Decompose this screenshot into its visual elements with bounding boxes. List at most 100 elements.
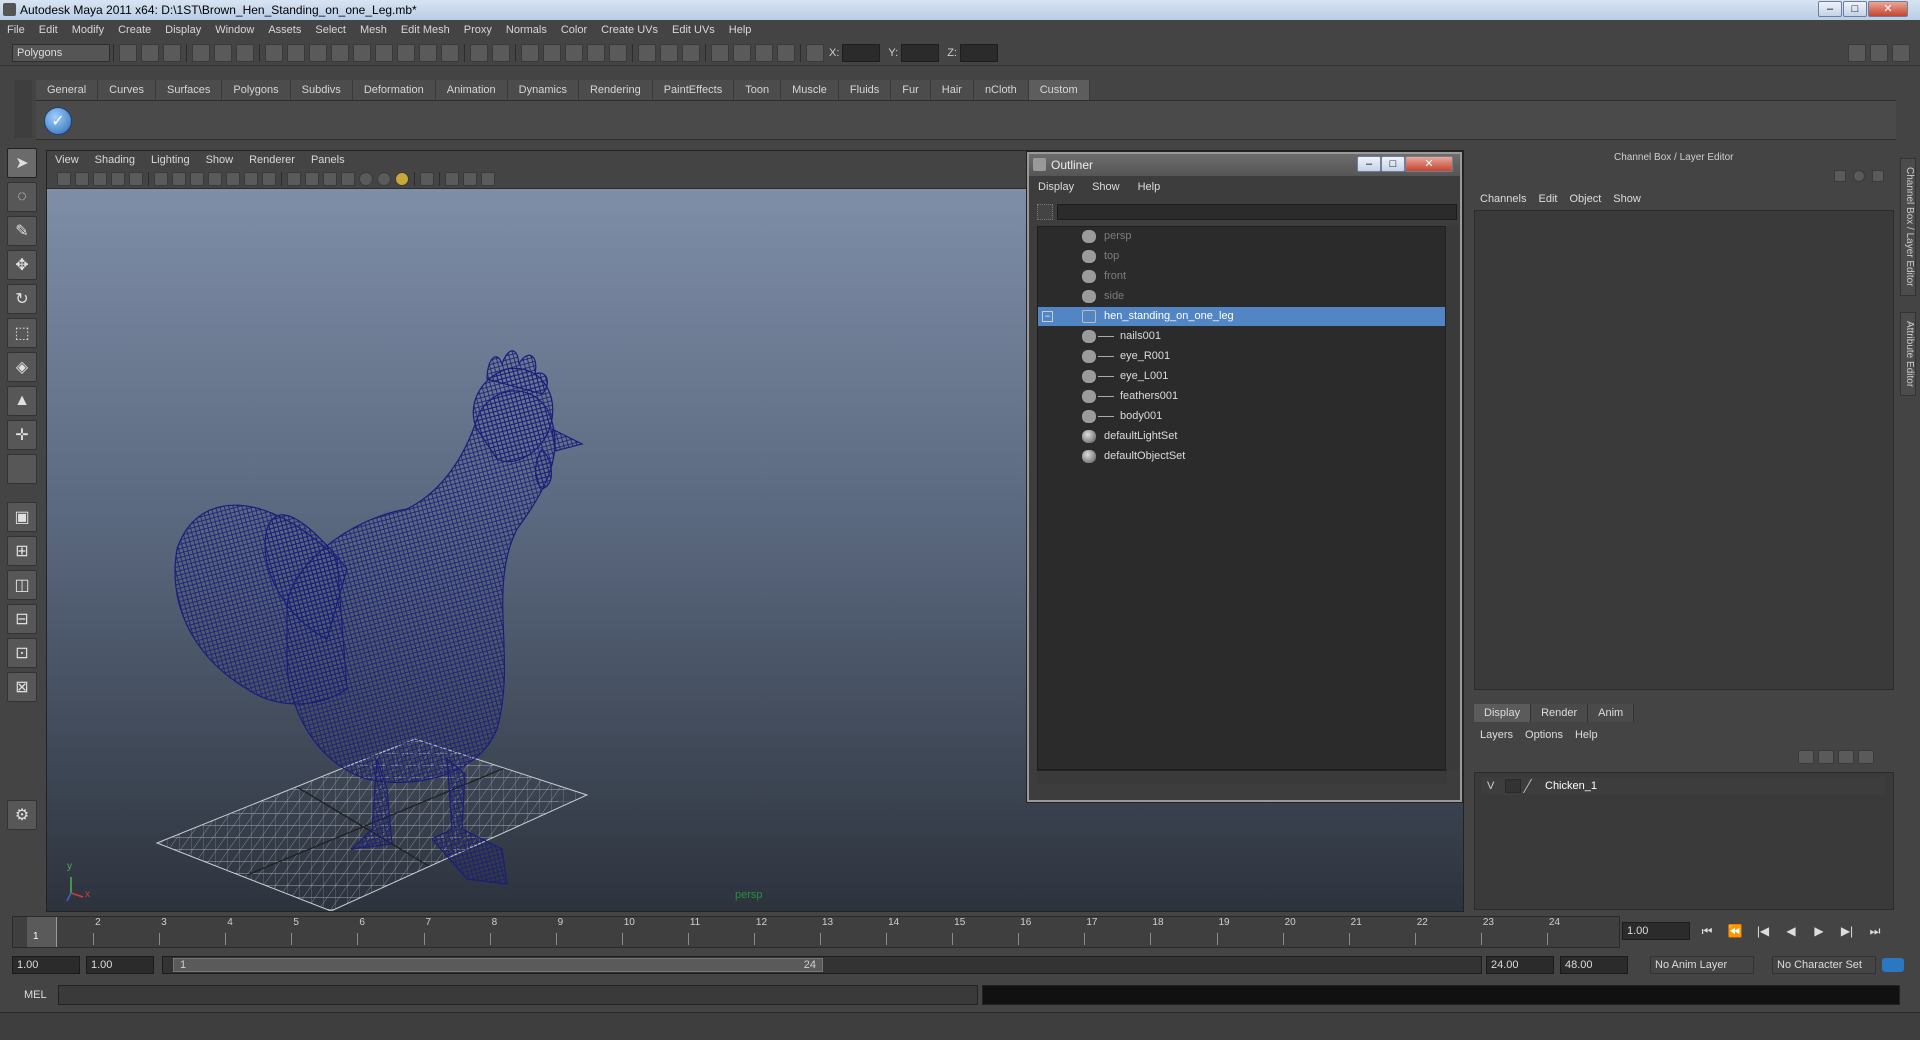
- menu-proxy[interactable]: Proxy: [457, 20, 499, 40]
- outliner-item-front[interactable]: front: [1038, 267, 1446, 286]
- layer-menu-layers[interactable]: Layers: [1474, 726, 1519, 744]
- hotbox-icon[interactable]: ⚙: [7, 800, 37, 830]
- construction-history-icon[interactable]: [682, 43, 700, 62]
- hq-rendering-icon[interactable]: [481, 171, 495, 186]
- outliner-item-eye-l001[interactable]: eye_L001: [1038, 367, 1446, 386]
- viewport-menu-show[interactable]: Show: [198, 151, 242, 169]
- y-field[interactable]: [901, 43, 940, 62]
- persp-graph-hypergraph-layout-icon[interactable]: ⊠: [7, 672, 37, 702]
- snap-curve-icon[interactable]: [543, 43, 561, 62]
- collapse-toggle-icon[interactable]: −: [1042, 311, 1053, 322]
- shelf-tab-general[interactable]: General: [36, 80, 99, 100]
- render-settings-icon[interactable]: [777, 43, 795, 62]
- highlight-selection-icon[interactable]: [492, 43, 510, 62]
- shelf-tab-hair[interactable]: Hair: [930, 80, 974, 100]
- select-component-icon[interactable]: [236, 43, 254, 62]
- outliner-menu-help[interactable]: Help: [1129, 178, 1170, 196]
- textured-icon[interactable]: [341, 171, 355, 186]
- x-field[interactable]: [842, 43, 881, 62]
- input-ops-icon[interactable]: [638, 43, 656, 62]
- shelf-tab-subdivs[interactable]: Subdivs: [290, 80, 353, 100]
- show-tool-settings-icon[interactable]: [1870, 43, 1888, 62]
- show-attribute-editor-icon[interactable]: [1848, 43, 1866, 62]
- menu-file[interactable]: File: [0, 20, 32, 40]
- channel-box-menu-object[interactable]: Object: [1563, 190, 1607, 208]
- resolution-gate-icon[interactable]: [190, 171, 204, 186]
- mask-dropdown-icon[interactable]: [265, 43, 283, 62]
- outliner-item-feathers001[interactable]: feathers001: [1038, 387, 1446, 406]
- xray-icon[interactable]: [420, 171, 434, 186]
- layer-type-toggle[interactable]: [1505, 779, 1521, 793]
- xray-joints-icon[interactable]: [463, 171, 477, 186]
- end-time-field[interactable]: 48.00: [1560, 956, 1628, 974]
- persp-graph-layout-icon[interactable]: ⊟: [7, 604, 37, 634]
- viewport-menu-view[interactable]: View: [47, 151, 87, 169]
- start-time-field[interactable]: 1.00: [12, 956, 80, 974]
- camera-attributes-icon[interactable]: [75, 171, 89, 186]
- persp-outliner-layout-icon[interactable]: ◫: [7, 570, 37, 600]
- select-handles-icon[interactable]: [287, 43, 305, 62]
- viewport-menu-renderer[interactable]: Renderer: [241, 151, 303, 169]
- channel-box-menu-edit[interactable]: Edit: [1532, 190, 1563, 208]
- select-dynamics-icon[interactable]: [397, 43, 415, 62]
- outliner-minimize-button[interactable]: –: [1357, 156, 1381, 172]
- shelf-tab-toon[interactable]: Toon: [734, 80, 782, 100]
- menu-normals[interactable]: Normals: [499, 20, 554, 40]
- show-manipulator-icon[interactable]: ✛: [7, 420, 37, 450]
- soft-modification-icon[interactable]: ▲: [7, 386, 37, 416]
- image-plane-icon[interactable]: [111, 171, 125, 186]
- snap-grid-icon[interactable]: [521, 43, 539, 62]
- outliner-vertical-scrollbar[interactable]: [1445, 226, 1459, 770]
- shelf-tab-muscle[interactable]: Muscle: [781, 80, 839, 100]
- menu-create-uvs[interactable]: Create UVs: [594, 20, 665, 40]
- layer-row-chicken[interactable]: V Chicken_1: [1481, 777, 1885, 795]
- ipr-render-icon[interactable]: [755, 43, 773, 62]
- open-scene-icon[interactable]: [141, 43, 159, 62]
- menu-set-dropdown[interactable]: Polygons: [12, 43, 110, 62]
- shelf-tab-fluids[interactable]: Fluids: [838, 80, 892, 100]
- layer-tab-display[interactable]: Display: [1474, 704, 1532, 722]
- menu-edit-mesh[interactable]: Edit Mesh: [394, 20, 457, 40]
- smooth-shade-icon[interactable]: [305, 171, 319, 186]
- outliner-menu-display[interactable]: Display: [1029, 178, 1083, 196]
- channel-box-menu-channels[interactable]: Channels: [1474, 190, 1532, 208]
- layer-tab-render[interactable]: Render: [1531, 704, 1589, 722]
- shelf-tab-rendering[interactable]: Rendering: [578, 80, 653, 100]
- outliner-horizontal-scrollbar[interactable]: [1037, 770, 1447, 784]
- viewport-menu-shading[interactable]: Shading: [87, 151, 143, 169]
- outliner-item-body001[interactable]: body001: [1038, 407, 1446, 426]
- range-handle[interactable]: 1 24: [173, 958, 823, 972]
- menu-display[interactable]: Display: [158, 20, 208, 40]
- all-lights-icon[interactable]: [377, 171, 391, 186]
- pin-icon[interactable]: [1872, 170, 1885, 182]
- menu-help[interactable]: Help: [722, 20, 759, 40]
- shelf-tab-dynamics[interactable]: Dynamics: [507, 80, 579, 100]
- hypershade-layout-icon[interactable]: ⊡: [7, 638, 37, 668]
- menu-modify[interactable]: Modify: [65, 20, 111, 40]
- layer-menu-help[interactable]: Help: [1569, 726, 1604, 744]
- render-view-icon[interactable]: [711, 43, 729, 62]
- lasso-tool-icon[interactable]: ◌: [7, 182, 37, 212]
- shelf-tab-animation[interactable]: Animation: [435, 80, 508, 100]
- select-curves-icon[interactable]: [331, 43, 349, 62]
- transform-input-icon[interactable]: [806, 43, 824, 62]
- shelf-tab-painteffects[interactable]: PaintEffects: [652, 80, 735, 100]
- current-time-marker[interactable]: 1: [27, 917, 57, 947]
- outliner-item-hen-group[interactable]: − hen_standing_on_one_leg: [1038, 307, 1446, 326]
- play-forwards-icon[interactable]: ▶: [1808, 920, 1830, 942]
- outliner-menu-show[interactable]: Show: [1083, 178, 1129, 196]
- step-back-key-icon[interactable]: ⏪: [1724, 920, 1746, 942]
- layer-visibility-toggle[interactable]: V: [1487, 780, 1494, 792]
- layer-menu-options[interactable]: Options: [1519, 726, 1569, 744]
- channel-box-panel[interactable]: [1474, 210, 1894, 690]
- shelf-tab-surfaces[interactable]: Surfaces: [155, 80, 223, 100]
- side-tab-channel-box[interactable]: Channel Box / Layer Editor: [1900, 158, 1916, 296]
- lock-selection-icon[interactable]: [470, 43, 488, 62]
- make-live-icon[interactable]: [609, 43, 627, 62]
- z-field[interactable]: [959, 43, 998, 62]
- anim-layer-dropdown[interactable]: No Anim Layer: [1650, 956, 1754, 974]
- outliner-item-nails001[interactable]: nails001: [1038, 327, 1446, 346]
- outliner-close-button[interactable]: ✕: [1405, 156, 1453, 172]
- menu-color[interactable]: Color: [554, 20, 594, 40]
- outliner-titlebar[interactable]: Outliner – □ ✕: [1029, 154, 1460, 176]
